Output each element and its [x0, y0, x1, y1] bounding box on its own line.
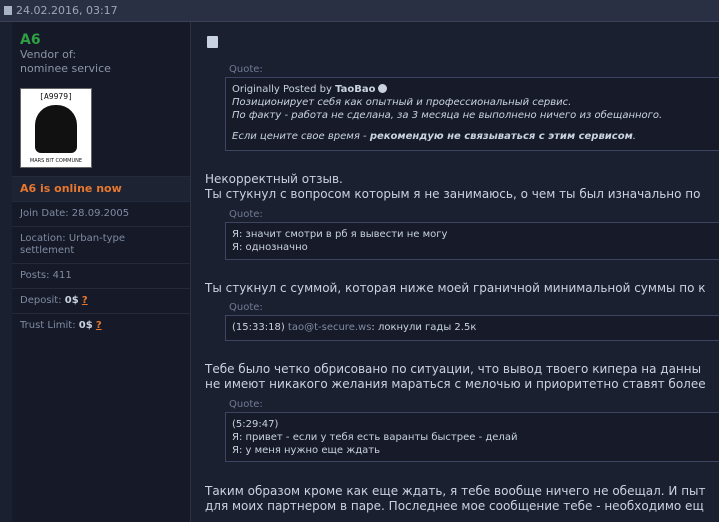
paragraph-1-line2: Ты стукнул с вопросом которым я не заним… [205, 187, 701, 201]
post-content: Quote: Originally Posted by TaoBao Позиц… [190, 22, 719, 522]
vendor-service: nominee service [20, 62, 111, 75]
trust-value: 0$ [78, 320, 93, 331]
avatar[interactable]: [A9979] MARS BIT COMMUNE [20, 88, 92, 168]
avatar-label: [A9979] [39, 92, 73, 101]
deposit-label: Deposit: [20, 295, 65, 306]
join-date: Join Date: 28.09.2005 [12, 201, 190, 226]
quote-label-1: Quote: [229, 64, 263, 75]
document-icon [207, 36, 218, 48]
trust-limit-row: Trust Limit: 0$ ? [12, 313, 190, 338]
paragraph-2-line1: Ты стукнул с суммой, которая ниже моей г… [205, 281, 706, 295]
post-header-bar: 24.02.2016, 03:17 [0, 0, 719, 22]
paragraph-4-line2: для моих партнером в паре. Последнее мое… [205, 499, 704, 513]
quote-box-2: Я: значит смотри в рб я вывести не могу … [225, 222, 719, 260]
quote-author-link[interactable]: TaoBao [335, 84, 375, 95]
paragraph-1-line1: Некорректный отзыв. [205, 172, 343, 186]
quote-box-1: Originally Posted by TaoBao Позиционируе… [225, 77, 719, 151]
quote-label-2: Quote: [229, 209, 263, 220]
avatar-footer: MARS BIT COMMUNE [29, 158, 83, 164]
quote-label-4: Quote: [229, 399, 263, 410]
user-sidebar: A6 Vendor of: nominee service [A9979] MA… [12, 22, 190, 522]
paragraph-3-line2: не имеют никакого желания мараться с мел… [205, 377, 706, 391]
paragraph-3-line1: Тебе было четко обрисовано по ситуации, … [205, 362, 702, 376]
deposit-help-link[interactable]: ? [82, 295, 88, 306]
quote-3-time: (15:33:18) [232, 322, 288, 333]
quote-3-email-link[interactable]: tao@t-secure.ws [288, 322, 372, 333]
quote-1-line2: По факту - работа не сделана, за 3 месяц… [232, 110, 663, 121]
online-status: A6 is online now [12, 176, 190, 201]
quote-box-4: (5:29:47) Я: привет - если у тебя есть в… [225, 412, 719, 462]
quote-1-line3: Если цените свое время - рекомендую не с… [232, 131, 636, 142]
quote-2-line1: Я: значит смотри в рб я вывести не могу [232, 229, 448, 240]
user-info-box: A6 is online now Join Date: 28.09.2005 L… [12, 176, 190, 338]
location: Location: Urban-type settlement [12, 226, 190, 263]
username-link[interactable]: A6 [12, 22, 190, 48]
trust-help-link[interactable]: ? [96, 320, 102, 331]
quote-4-line3: Я: у меня нужно еще ждать [232, 445, 380, 456]
quote-4-line1: (5:29:47) [232, 419, 279, 430]
quote-box-3: (15:33:18) tao@t-secure.ws: локнули гады… [225, 315, 719, 341]
view-post-icon[interactable] [378, 84, 388, 93]
posts-count: Posts: 411 [12, 263, 190, 288]
quote-1-line1: Позиционирует себя как опытный и професс… [232, 97, 572, 108]
quote-2-line2: Я: однозначно [232, 242, 308, 253]
post-date: 24.02.2016, 03:17 [16, 4, 118, 17]
deposit-value: 0$ [64, 295, 79, 306]
paragraph-4-line1: Таким образом кроме как еще ждать, я теб… [205, 484, 706, 498]
quote-4-line2: Я: привет - если у тебя есть варанты быс… [232, 432, 518, 443]
quote-1-origin: Originally Posted by TaoBao [232, 83, 713, 96]
quote-label-3: Quote: [229, 302, 263, 313]
post-icon [4, 6, 12, 15]
deposit-row: Deposit: 0$ ? [12, 288, 190, 313]
quote-3-text: : локнули гады 2.5к [371, 322, 477, 333]
trust-label: Trust Limit: [20, 320, 79, 331]
pirate-icon [35, 105, 77, 153]
vendor-label: Vendor of: [20, 48, 77, 61]
